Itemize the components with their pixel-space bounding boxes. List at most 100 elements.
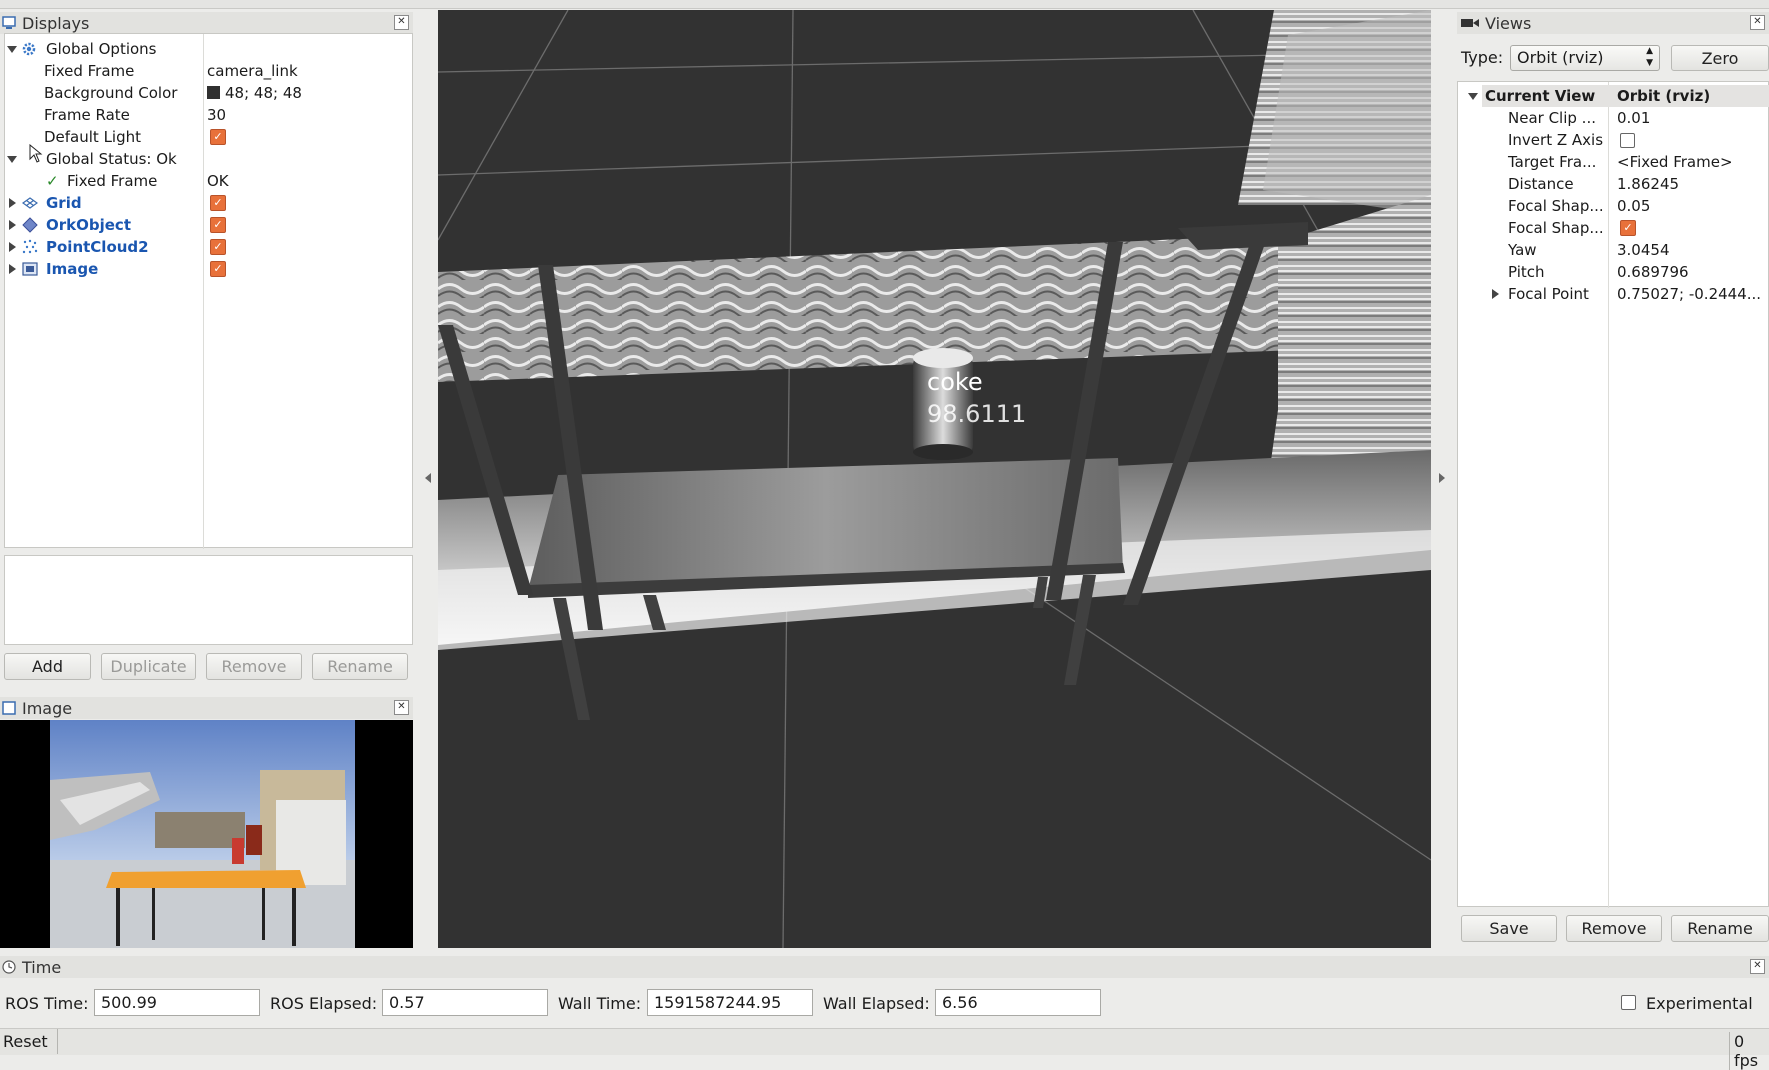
- experimental-checkbox[interactable]: [1621, 995, 1636, 1010]
- image-panel-titlebar[interactable]: Image ✕: [0, 697, 413, 719]
- prop-row-distance[interactable]: Distance 1.86245: [1458, 173, 1769, 195]
- collapse-right-icon[interactable]: [1439, 473, 1445, 483]
- duplicate-button[interactable]: Duplicate: [101, 653, 196, 680]
- tree-label: Default Light: [44, 128, 142, 146]
- focal-shape-checkbox[interactable]: ✓: [1620, 220, 1636, 236]
- rename-display-button[interactable]: Rename: [312, 653, 408, 680]
- background-color-text: 48; 48; 48: [225, 84, 302, 102]
- tree-row-pointcloud2[interactable]: PointCloud2 ✓: [5, 236, 410, 258]
- add-button[interactable]: Add: [4, 653, 91, 680]
- expand-arrow-icon[interactable]: [9, 220, 16, 230]
- tree-label: Fixed Frame: [44, 62, 135, 80]
- view-properties-tree[interactable]: Current View Orbit (rviz) Near Clip ... …: [1457, 81, 1769, 908]
- views-close-icon[interactable]: ✕: [1750, 15, 1765, 30]
- prop-row-pitch[interactable]: Pitch 0.689796: [1458, 261, 1769, 283]
- prop-value[interactable]: 0.05: [1617, 197, 1650, 215]
- prop-row-target-frame[interactable]: Target Fra... <Fixed Frame>: [1458, 151, 1769, 173]
- camera-image-view: [0, 720, 413, 948]
- tree-label: Fixed Frame: [67, 172, 158, 190]
- ros-elapsed-field[interactable]: 0.57: [382, 989, 548, 1016]
- save-view-button[interactable]: Save: [1461, 915, 1557, 942]
- expand-arrow-icon[interactable]: [7, 46, 17, 53]
- displays-tree[interactable]: Global Options Fixed Frame camera_link B…: [4, 33, 413, 549]
- tree-row-orkobject[interactable]: OrkObject ✓: [5, 214, 410, 236]
- prop-row-yaw[interactable]: Yaw 3.0454: [1458, 239, 1769, 261]
- diamond-icon: [22, 217, 38, 233]
- prop-row-focal-shape-fixed[interactable]: Focal Shap... ✓: [1458, 217, 1769, 239]
- image-icon: [22, 262, 38, 276]
- ros-time-label: ROS Time:: [5, 994, 89, 1013]
- mouse-cursor-icon: [29, 144, 43, 163]
- image-close-icon[interactable]: ✕: [394, 700, 409, 715]
- fixed-frame-value[interactable]: camera_link: [207, 62, 298, 80]
- fps-readout: 0 fps: [1729, 1032, 1769, 1070]
- invert-z-checkbox[interactable]: [1620, 133, 1635, 148]
- prop-row-focal-shape-size[interactable]: Focal Shap... 0.05: [1458, 195, 1769, 217]
- tree-label: Grid: [46, 194, 82, 212]
- tree-row-background-color[interactable]: Background Color 48; 48; 48: [5, 82, 410, 104]
- tree-label: Background Color: [44, 84, 178, 102]
- prop-value[interactable]: 0.75027; -0.2444...: [1617, 285, 1761, 303]
- tree-row-global-options[interactable]: Global Options: [5, 38, 410, 60]
- tree-label: Frame Rate: [44, 106, 130, 124]
- expand-arrow-icon[interactable]: [9, 264, 16, 274]
- prop-row-near-clip[interactable]: Near Clip ... 0.01: [1458, 107, 1769, 129]
- orkobject-checkbox[interactable]: ✓: [210, 217, 226, 233]
- background-color-value[interactable]: 48; 48; 48: [207, 84, 302, 102]
- prop-value[interactable]: 0.01: [1617, 109, 1650, 127]
- default-light-checkbox[interactable]: ✓: [210, 129, 226, 145]
- image-checkbox[interactable]: ✓: [210, 261, 226, 277]
- grid-checkbox[interactable]: ✓: [210, 195, 226, 211]
- prop-value[interactable]: <Fixed Frame>: [1617, 153, 1733, 171]
- tree-row-image[interactable]: Image ✓: [5, 258, 410, 280]
- current-view-header[interactable]: Current View Orbit (rviz): [1482, 85, 1769, 107]
- expand-arrow-icon[interactable]: [9, 198, 16, 208]
- tree-row-global-status[interactable]: Global Status: Ok: [5, 144, 410, 170]
- remove-display-button[interactable]: Remove: [206, 653, 302, 680]
- displays-panel-titlebar[interactable]: Displays ✕: [0, 12, 413, 34]
- displays-close-icon[interactable]: ✕: [394, 15, 409, 30]
- tree-label: OrkObject: [46, 216, 131, 234]
- views-panel-title: Views: [1485, 13, 1532, 33]
- prop-row-invert-z[interactable]: Invert Z Axis: [1458, 129, 1769, 151]
- zero-button[interactable]: Zero: [1671, 45, 1769, 71]
- time-panel-title: Time: [22, 957, 62, 977]
- collapse-left-icon[interactable]: [425, 473, 431, 483]
- view-type-select[interactable]: Orbit (rviz) ▲ ▼: [1510, 45, 1660, 71]
- prop-row-focal-point[interactable]: Focal Point 0.75027; -0.2444...: [1458, 283, 1769, 305]
- tree-row-default-light[interactable]: Default Light ✓: [5, 126, 410, 148]
- prop-value[interactable]: 3.0454: [1617, 241, 1670, 259]
- wall-elapsed-label: Wall Elapsed:: [823, 994, 930, 1013]
- prop-value[interactable]: 0.689796: [1617, 263, 1689, 281]
- ros-time-field[interactable]: 500.99: [94, 989, 260, 1016]
- expand-arrow-icon[interactable]: [1468, 93, 1478, 100]
- spin-arrows-icon: ▲ ▼: [1646, 46, 1653, 68]
- prop-value[interactable]: 1.86245: [1617, 175, 1679, 193]
- tree-label: Image: [46, 260, 99, 278]
- prop-name: Distance: [1508, 175, 1574, 193]
- view-type-value: Orbit (rviz): [1517, 48, 1604, 67]
- frame-rate-value[interactable]: 30: [207, 106, 226, 124]
- rename-view-button[interactable]: Rename: [1671, 915, 1769, 942]
- remove-view-button[interactable]: Remove: [1566, 915, 1662, 942]
- render-3d-view[interactable]: coke 98.6111: [438, 10, 1431, 948]
- time-panel-titlebar[interactable]: Time ✕: [0, 956, 1769, 978]
- tree-row-fixed-frame[interactable]: Fixed Frame camera_link: [5, 60, 410, 82]
- time-close-icon[interactable]: ✕: [1750, 959, 1765, 974]
- tree-row-grid[interactable]: Grid ✓: [5, 192, 410, 214]
- expand-arrow-icon[interactable]: [7, 156, 17, 163]
- tree-row-frame-rate[interactable]: Frame Rate 30: [5, 104, 410, 126]
- views-panel-titlebar[interactable]: Views ✕: [1457, 12, 1769, 34]
- wall-time-field[interactable]: 1591587244.95: [647, 989, 813, 1016]
- expand-arrow-icon[interactable]: [1492, 289, 1499, 299]
- expand-arrow-icon[interactable]: [9, 242, 16, 252]
- tree-row-status-fixed-frame[interactable]: ✓ Fixed Frame OK: [5, 170, 410, 192]
- wall-time-label: Wall Time:: [558, 994, 642, 1013]
- pointcloud2-checkbox[interactable]: ✓: [210, 239, 226, 255]
- wall-elapsed-field[interactable]: 6.56: [935, 989, 1101, 1016]
- status-value: OK: [207, 172, 229, 190]
- prop-name: Yaw: [1508, 241, 1537, 259]
- status-bar: Reset 0 fps: [0, 1028, 1769, 1070]
- reset-button[interactable]: Reset: [0, 1029, 58, 1054]
- clock-icon: [2, 960, 16, 974]
